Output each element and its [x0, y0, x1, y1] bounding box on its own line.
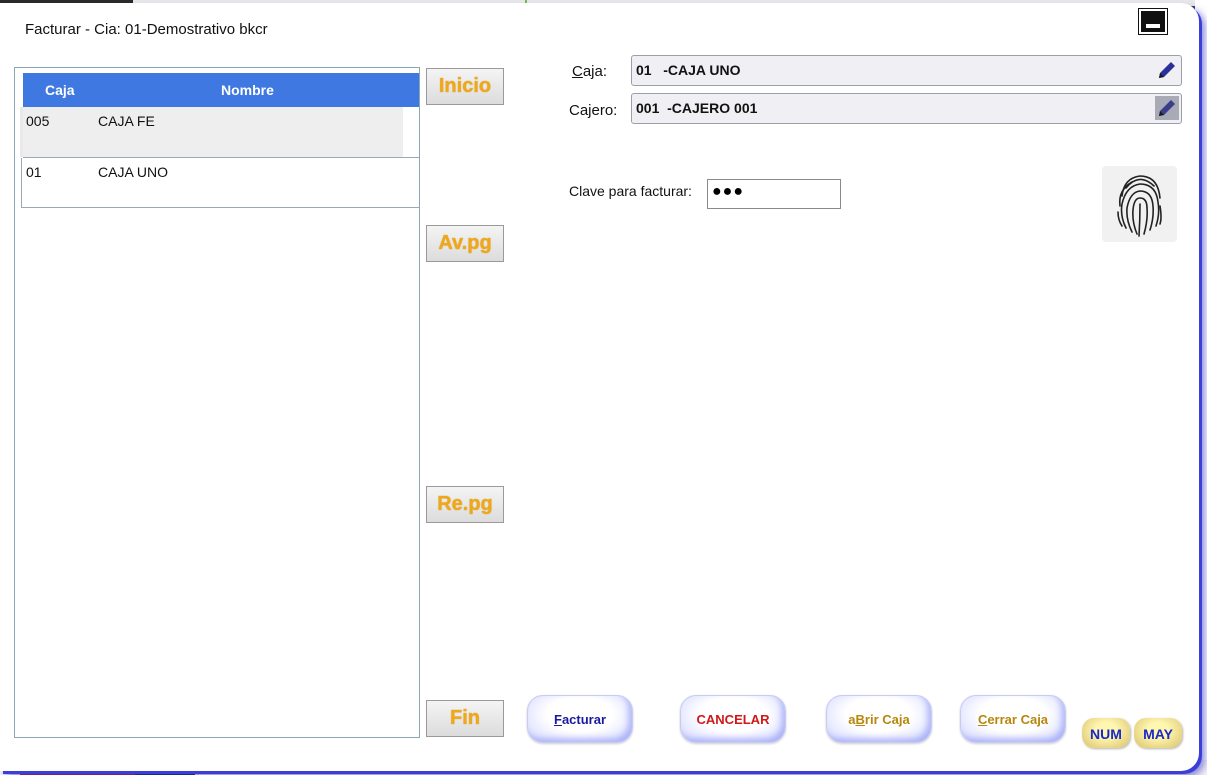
minimize-button[interactable] [1138, 8, 1168, 35]
num-lock-indicator: NUM [1082, 718, 1130, 748]
column-header-caja[interactable]: Caja [45, 82, 75, 98]
caja-field[interactable]: 01 -CAJA UNO [631, 55, 1182, 86]
row-divider [21, 207, 419, 208]
retroceder-pagina-button[interactable]: Re.pg [426, 486, 504, 523]
cajas-grid: Caja Nombre 005 CAJA FE 01 CAJA UNO [14, 67, 420, 738]
cajero-field[interactable]: 001 -CAJERO 001 [631, 93, 1182, 124]
cell-caja: 005 [26, 113, 50, 129]
table-row[interactable]: 005 CAJA FE [20, 107, 419, 157]
clave-input[interactable]: ●●● [707, 179, 841, 209]
column-header-nombre[interactable]: Nombre [221, 82, 274, 98]
fingerprint-icon [1117, 175, 1162, 237]
cell-nombre: CAJA FE [98, 113, 155, 129]
row-border [21, 158, 22, 208]
inicio-button[interactable]: Inicio [426, 68, 504, 105]
cancelar-button[interactable]: CANCELAR [680, 695, 786, 743]
cerrar-caja-button[interactable]: Cerrar Caja [960, 695, 1066, 743]
pencil-icon[interactable] [1155, 58, 1179, 82]
cell-caja: 01 [26, 164, 42, 180]
pencil-icon[interactable] [1155, 96, 1179, 120]
cajero-value: 001 -CAJERO 001 [636, 100, 758, 116]
cajero-label: Cajero: [569, 102, 618, 119]
facturar-button[interactable]: Facturar [527, 695, 633, 743]
table-row[interactable]: 01 CAJA UNO [23, 158, 419, 208]
caps-lock-indicator: MAY [1134, 718, 1182, 748]
window-title: Facturar - Cia: 01-Demostrativo bkcr [25, 21, 268, 38]
fin-button[interactable]: Fin [426, 700, 504, 737]
fingerprint-button[interactable] [1102, 166, 1177, 242]
minimize-icon [1146, 24, 1160, 28]
caja-value: 01 -CAJA UNO [636, 62, 741, 78]
clave-label: Clave para facturar: [569, 183, 692, 199]
caja-label: Caja: [572, 63, 608, 80]
grid-header: Caja Nombre [23, 73, 419, 107]
cell-nombre: CAJA UNO [98, 164, 169, 180]
avanzar-pagina-button[interactable]: Av.pg [426, 225, 504, 262]
abrir-caja-button[interactable]: aBrir Caja [826, 695, 932, 743]
facturar-dialog: Facturar - Cia: 01-Demostrativo bkcr Caj… [0, 3, 1199, 771]
